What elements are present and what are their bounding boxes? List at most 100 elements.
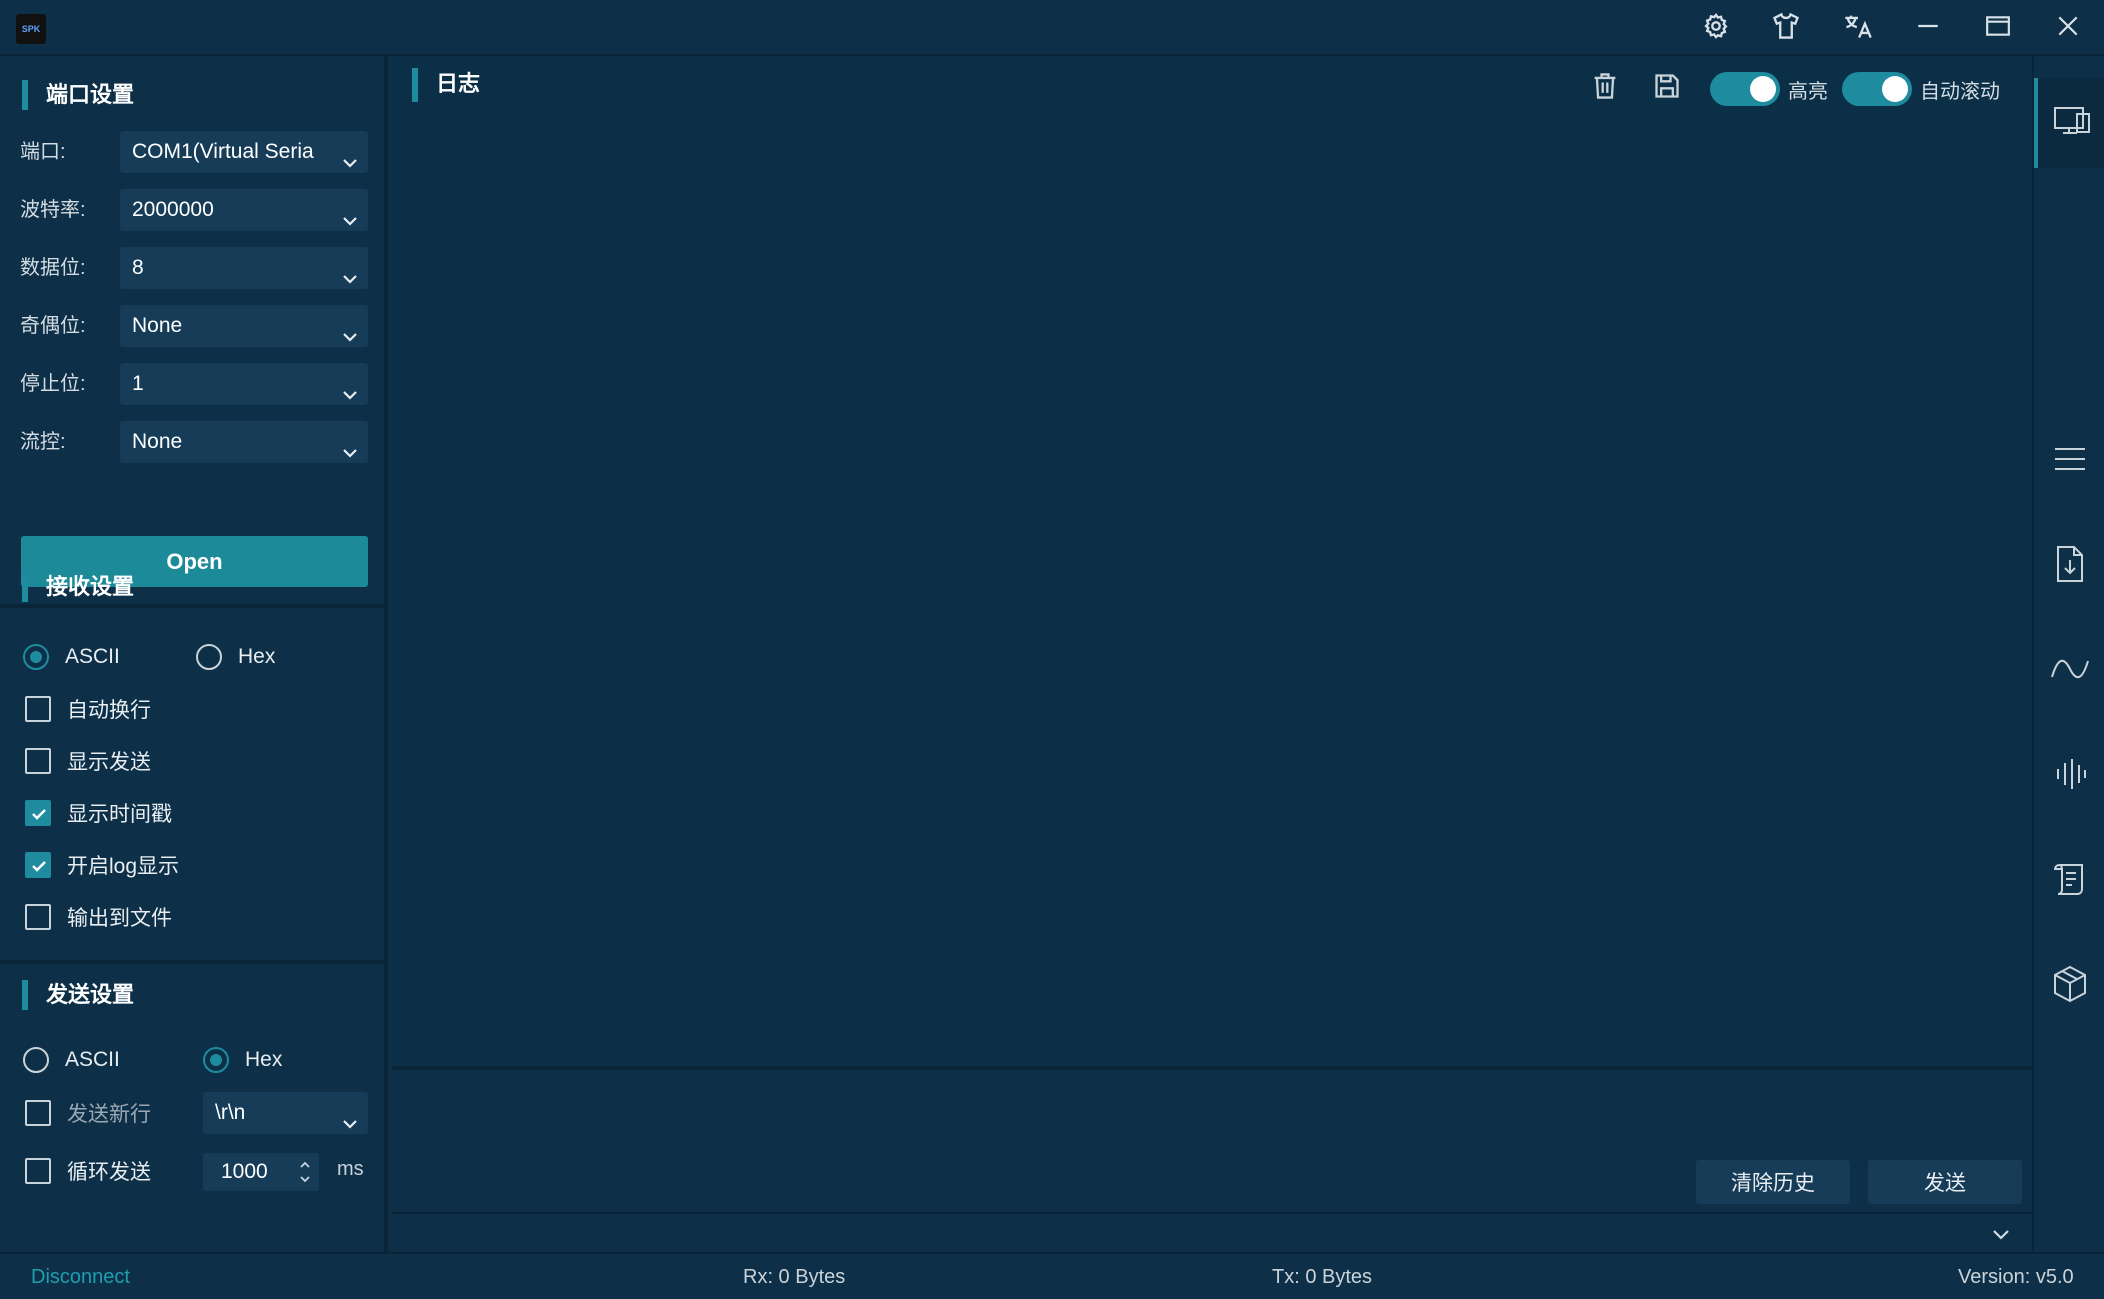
settings-panel: 端口设置 端口: COM1(Virtual Seria 波特率: 2000000… xyxy=(0,56,388,1252)
settings-button[interactable] xyxy=(1696,10,1736,46)
show-sent-label: 显示发送 xyxy=(67,751,151,774)
version-label: Version: v5.0 xyxy=(1958,1266,2074,1288)
data-bits-select[interactable]: 8 xyxy=(120,247,368,289)
receive-ascii-radio[interactable]: ASCII xyxy=(23,642,120,672)
toggle-knob xyxy=(1750,76,1776,102)
send-newline-checkbox[interactable]: 发送新行 xyxy=(25,1098,151,1128)
auto-wrap-label: 自动换行 xyxy=(67,699,151,722)
language-button[interactable] xyxy=(1838,10,1878,46)
port-label: 端口: xyxy=(20,141,66,163)
chevron-down-icon xyxy=(342,318,358,347)
menu-icon xyxy=(2053,445,2087,478)
rail-item-menu[interactable] xyxy=(2034,416,2104,506)
stop-bits-select[interactable]: 1 xyxy=(120,363,368,405)
newline-value: \r\n xyxy=(215,1101,246,1124)
receive-settings-title: 接收设置 xyxy=(22,570,134,604)
box-icon xyxy=(2052,965,2088,1008)
maximize-button[interactable] xyxy=(1978,10,2018,46)
rail-item-waveform[interactable] xyxy=(2034,626,2104,716)
rail-item-script[interactable] xyxy=(2034,836,2104,926)
show-timestamp-checkbox[interactable]: 显示时间戳 xyxy=(25,798,172,828)
toggle-track xyxy=(1842,72,1912,106)
flow-control-label: 流控: xyxy=(20,431,66,453)
send-settings-title: 发送设置 xyxy=(22,978,134,1012)
chevron-down-icon xyxy=(342,1105,358,1134)
port-value: COM1(Virtual Seria xyxy=(132,140,314,163)
minimize-button[interactable] xyxy=(1908,10,1948,46)
audio-bars-icon xyxy=(2053,757,2087,796)
output-to-file-checkbox[interactable]: 输出到文件 xyxy=(25,902,172,932)
toggle-knob xyxy=(1882,76,1908,102)
rail-item-audio[interactable] xyxy=(2034,731,2104,821)
radio-selected-indicator xyxy=(23,644,49,670)
parity-select[interactable]: None xyxy=(120,305,368,347)
log-title: 日志 xyxy=(412,66,480,102)
close-icon xyxy=(2055,13,2081,44)
loop-send-label: 循环发送 xyxy=(67,1161,151,1184)
flow-control-value: None xyxy=(132,430,183,453)
clear-history-button[interactable]: 清除历史 xyxy=(1696,1160,1850,1204)
chevron-down-icon xyxy=(342,260,358,289)
right-rail xyxy=(2032,56,2104,1252)
app-logo: SPK xyxy=(16,14,46,44)
enable-log-label: 开启log显示 xyxy=(67,855,180,878)
loop-interval-unit: ms xyxy=(337,1158,364,1180)
autoscroll-toggle[interactable]: 自动滚动 xyxy=(1842,71,2000,107)
rail-item-file-download[interactable] xyxy=(2034,521,2104,611)
translate-icon xyxy=(1843,12,1873,45)
enable-log-checkbox[interactable]: 开启log显示 xyxy=(25,850,179,880)
shirt-icon xyxy=(1771,12,1801,45)
receive-ascii-label: ASCII xyxy=(65,645,120,668)
highlight-label: 高亮 xyxy=(1788,80,1828,103)
stop-bits-value: 1 xyxy=(132,372,144,395)
parity-value: None xyxy=(132,314,183,337)
send-newline-label: 发送新行 xyxy=(67,1103,151,1126)
checkbox-indicator xyxy=(25,1158,51,1184)
chevron-down-icon[interactable] xyxy=(1992,1228,2010,1247)
save-log-button[interactable] xyxy=(1647,68,1687,108)
flow-control-select[interactable]: None xyxy=(120,421,368,463)
data-bits-value: 8 xyxy=(132,256,144,279)
baud-rate-select[interactable]: 2000000 xyxy=(120,189,368,231)
receive-hex-radio[interactable]: Hex xyxy=(196,642,275,672)
loop-interval-value: 1000 xyxy=(221,1160,268,1183)
rail-item-package[interactable] xyxy=(2034,941,2104,1031)
chevron-down-icon xyxy=(342,144,358,173)
checkbox-indicator xyxy=(25,904,51,930)
close-button[interactable] xyxy=(2048,10,2088,46)
rail-item-devices[interactable] xyxy=(2034,78,2104,168)
show-sent-checkbox[interactable]: 显示发送 xyxy=(25,746,151,776)
file-download-icon xyxy=(2054,545,2086,588)
stepper-arrows-icon[interactable] xyxy=(297,1157,313,1187)
log-output[interactable] xyxy=(392,126,2032,1064)
send-hex-radio[interactable]: Hex xyxy=(203,1045,282,1075)
loop-interval-stepper[interactable]: 1000 xyxy=(203,1153,319,1191)
radio-selected-indicator xyxy=(203,1047,229,1073)
parity-label: 奇偶位: xyxy=(20,315,86,337)
auto-wrap-checkbox[interactable]: 自动换行 xyxy=(25,694,151,724)
send-button[interactable]: 发送 xyxy=(1868,1160,2022,1204)
clear-log-button[interactable] xyxy=(1585,68,1625,108)
toggle-track xyxy=(1710,72,1780,106)
send-ascii-radio[interactable]: ASCII xyxy=(23,1045,120,1075)
newline-select[interactable]: \r\n xyxy=(203,1092,368,1134)
trash-icon xyxy=(1591,71,1619,106)
chevron-down-icon xyxy=(342,376,358,405)
maximize-icon xyxy=(1985,13,2011,44)
autoscroll-label: 自动滚动 xyxy=(1920,80,2000,103)
highlight-toggle[interactable]: 高亮 xyxy=(1710,71,1828,107)
receive-hex-label: Hex xyxy=(238,645,276,668)
theme-button[interactable] xyxy=(1766,10,1806,46)
checkmark-icon xyxy=(25,800,51,826)
port-settings-title: 端口设置 xyxy=(22,78,134,112)
devices-icon xyxy=(2053,105,2091,142)
checkbox-indicator xyxy=(25,696,51,722)
show-timestamp-label: 显示时间戳 xyxy=(67,803,172,826)
stop-bits-label: 停止位: xyxy=(20,373,86,395)
script-icon xyxy=(2052,861,2088,902)
loop-send-checkbox[interactable]: 循环发送 xyxy=(25,1156,151,1186)
port-select[interactable]: COM1(Virtual Seria xyxy=(120,131,368,173)
status-bar: Disconnect Rx: 0 Bytes Tx: 0 Bytes Versi… xyxy=(0,1252,2104,1299)
tx-counter: Tx: 0 Bytes xyxy=(1272,1266,1373,1288)
history-bar[interactable] xyxy=(392,1212,2032,1256)
